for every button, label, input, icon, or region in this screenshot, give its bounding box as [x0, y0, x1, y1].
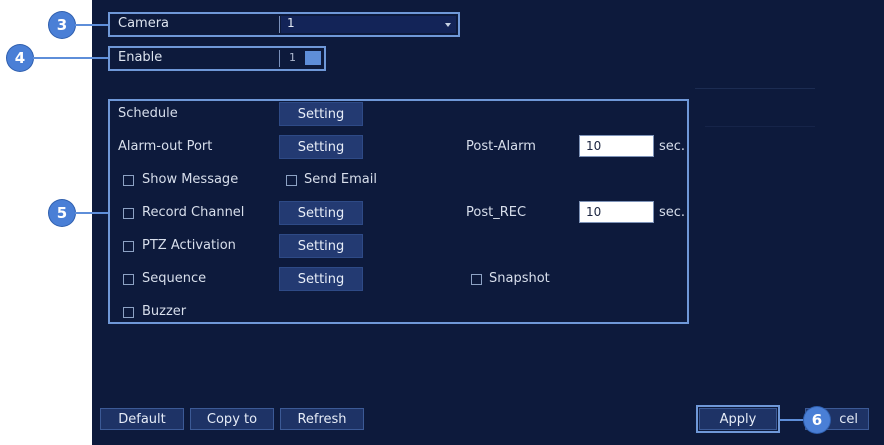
show-message-checkbox[interactable] [123, 175, 134, 186]
callout-4-line [33, 57, 109, 59]
sequence-setting-button[interactable]: Setting [279, 267, 363, 291]
post-alarm-unit: sec. [659, 139, 686, 154]
record-channel-checkbox[interactable] [123, 208, 134, 219]
callout-6: 6 [804, 407, 830, 433]
ptz-activation-label: PTZ Activation [142, 238, 236, 253]
callout-5-line [75, 212, 109, 214]
snapshot-label: Snapshot [489, 271, 550, 286]
enable-label: Enable [118, 50, 163, 65]
callout-4: 4 [7, 45, 33, 71]
snapshot-checkbox[interactable] [471, 274, 482, 285]
camera-column-divider [279, 16, 280, 33]
send-email-checkbox[interactable] [286, 175, 297, 186]
callout-5-number: 5 [56, 204, 68, 222]
faint-divider-2 [705, 126, 815, 127]
refresh-button[interactable]: Refresh [280, 408, 364, 430]
callout-3-number: 3 [56, 16, 68, 34]
cancel-button-label: cel [839, 411, 858, 427]
post-rec-input[interactable]: 10 [579, 201, 654, 223]
callout-6-number: 6 [811, 411, 823, 429]
post-alarm-input[interactable]: 10 [579, 135, 654, 157]
ptz-activation-checkbox[interactable] [123, 241, 134, 252]
camera-select-value: 1 [287, 16, 295, 30]
callout-6-line [780, 419, 805, 421]
camera-label: Camera [118, 16, 170, 31]
schedule-label: Schedule [118, 106, 178, 121]
schedule-setting-button[interactable]: Setting [279, 102, 363, 126]
post-alarm-label: Post-Alarm [466, 139, 536, 154]
callout-3-line [75, 24, 109, 26]
send-email-label: Send Email [304, 172, 377, 187]
post-rec-unit: sec. [659, 205, 686, 220]
callout-5: 5 [49, 200, 75, 226]
buzzer-label: Buzzer [142, 304, 187, 319]
copy-to-button[interactable]: Copy to [190, 408, 274, 430]
alarm-out-port-label: Alarm-out Port [118, 139, 213, 154]
post-rec-label: Post_REC [466, 205, 527, 220]
camera-select[interactable]: 1 [281, 16, 456, 33]
record-channel-setting-button[interactable]: Setting [279, 201, 363, 225]
alarm-out-port-setting-button[interactable]: Setting [279, 135, 363, 159]
ptz-activation-setting-button[interactable]: Setting [279, 234, 363, 258]
buzzer-checkbox[interactable] [123, 307, 134, 318]
sequence-label: Sequence [142, 271, 207, 286]
callout-3: 3 [49, 12, 75, 38]
enable-value: 1 [289, 51, 296, 64]
enable-column-divider [279, 50, 280, 67]
enable-toggle[interactable] [305, 51, 321, 65]
show-message-label: Show Message [142, 172, 239, 187]
faint-divider-1 [695, 88, 815, 89]
chevron-down-icon [445, 23, 451, 27]
callout-4-number: 4 [14, 49, 26, 67]
apply-button[interactable]: Apply [699, 408, 777, 430]
sequence-checkbox[interactable] [123, 274, 134, 285]
default-button[interactable]: Default [100, 408, 184, 430]
record-channel-label: Record Channel [142, 205, 245, 220]
